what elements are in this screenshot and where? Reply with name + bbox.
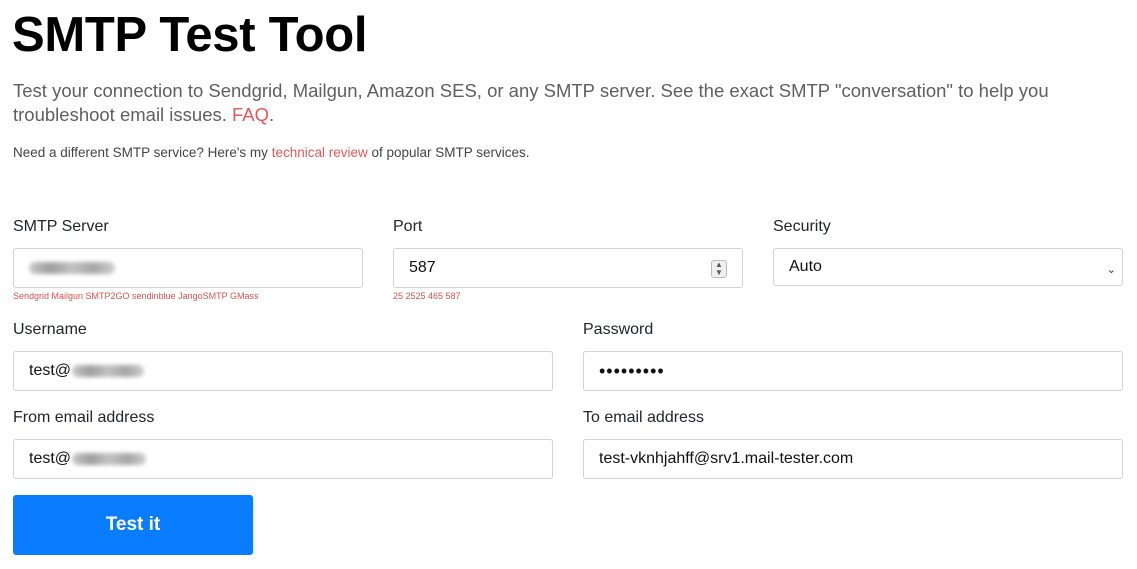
- username-prefix: test@: [29, 362, 72, 379]
- to-email-value: test-vknhjahff@srv1.mail-tester.com: [599, 450, 854, 467]
- smtp-server-input[interactable]: [13, 248, 363, 288]
- test-it-button[interactable]: Test it: [13, 495, 253, 555]
- port-stepper-icon[interactable]: ▲ ▼: [711, 260, 727, 278]
- to-email-label: To email address: [583, 409, 704, 426]
- page-title: SMTP Test Tool: [12, 8, 368, 62]
- port-hint: 25 2525 465 587: [393, 291, 461, 301]
- from-email-label: From email address: [13, 409, 155, 426]
- from-email-prefix: test@: [29, 450, 72, 467]
- port-value: 587: [409, 259, 436, 276]
- security-select[interactable]: Auto ⌄: [773, 248, 1123, 286]
- intro-text-body: Test your connection to Sendgrid, Mailgu…: [13, 80, 1049, 125]
- username-label: Username: [13, 321, 87, 338]
- page: SMTP Test Tool Test your connection to S…: [0, 0, 1137, 569]
- service-note: Need a different SMTP service? Here's my…: [13, 145, 530, 160]
- smtp-server-label: SMTP Server: [13, 218, 109, 235]
- port-label: Port: [393, 218, 423, 235]
- technical-review-link[interactable]: technical review: [272, 145, 368, 160]
- faq-link[interactable]: FAQ: [232, 104, 269, 125]
- security-value: Auto: [789, 258, 822, 275]
- note-after: of popular SMTP services.: [367, 145, 530, 160]
- to-email-input[interactable]: test-vknhjahff@srv1.mail-tester.com: [583, 439, 1123, 479]
- chevron-down-icon: ⌄: [1106, 264, 1116, 276]
- redacted-value: [72, 365, 145, 377]
- smtp-server-hint: Sendgrid Mailgun SMTP2GO sendinblue Jang…: [13, 291, 259, 301]
- intro-text: Test your connection to Sendgrid, Mailgu…: [13, 79, 1123, 127]
- username-input[interactable]: test@: [13, 351, 553, 391]
- redacted-value: [72, 453, 147, 465]
- note-before: Need a different SMTP service? Here's my: [13, 145, 272, 160]
- password-label: Password: [583, 321, 654, 338]
- intro-text-end: .: [269, 104, 275, 125]
- from-email-input[interactable]: test@: [13, 439, 553, 479]
- redacted-value: [29, 262, 115, 274]
- port-input[interactable]: 587 ▲ ▼: [393, 248, 743, 288]
- security-label: Security: [773, 218, 831, 235]
- password-value: •••••••••: [599, 360, 665, 381]
- password-input[interactable]: •••••••••: [583, 351, 1123, 391]
